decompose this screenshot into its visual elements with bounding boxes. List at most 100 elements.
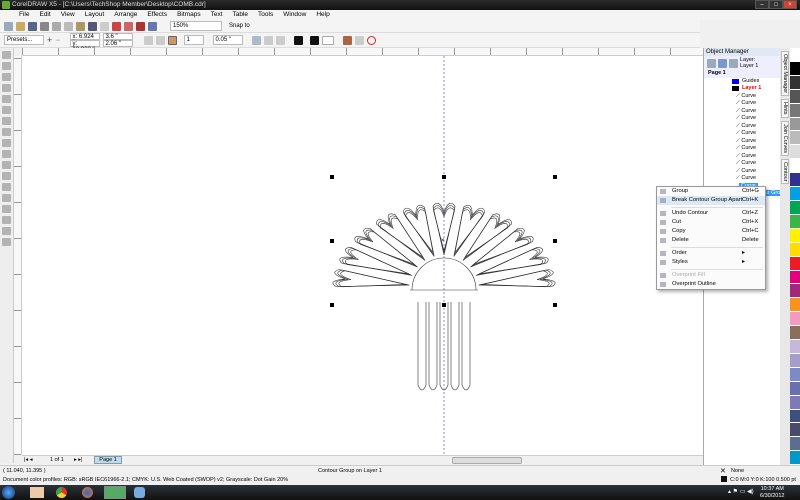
- tree-curve[interactable]: ⟋ Curve: [704, 153, 780, 161]
- y-position-field[interactable]: y: 10.922 ": [69, 40, 100, 53]
- tree-curve[interactable]: ⟋ Curve: [704, 168, 780, 176]
- menu-arrange[interactable]: Arrange: [109, 10, 142, 20]
- outline-color-swatch[interactable]: [293, 35, 303, 45]
- contour-steps-field[interactable]: 1: [183, 35, 204, 45]
- paste-icon[interactable]: [76, 21, 85, 31]
- palette-swatch[interactable]: [790, 159, 800, 174]
- palette-swatch[interactable]: [790, 298, 800, 313]
- crop-tool-icon[interactable]: [2, 73, 11, 81]
- add-preset-icon[interactable]: +: [47, 35, 52, 45]
- menu-text[interactable]: Text: [206, 10, 228, 20]
- redo-icon[interactable]: [100, 21, 109, 31]
- palette-swatch[interactable]: [790, 214, 800, 229]
- tree-curve[interactable]: ⟋ Curve: [704, 93, 780, 101]
- horizontal-ruler[interactable]: [22, 48, 703, 56]
- page-nav-next[interactable]: ▸ ▸|: [74, 457, 82, 463]
- palette-swatch[interactable]: [790, 381, 800, 396]
- presets-select[interactable]: Presets...: [4, 35, 44, 45]
- palette-swatch[interactable]: [790, 103, 800, 118]
- palette-swatch[interactable]: [790, 367, 800, 382]
- context-menu-item-order[interactable]: Order ▸: [657, 249, 765, 258]
- tree-curve[interactable]: ⟋ Curve: [704, 138, 780, 146]
- palette-swatch[interactable]: [790, 437, 800, 452]
- context-menu-item-cut[interactable]: Cut Ctrl+X: [657, 218, 765, 227]
- remove-preset-icon[interactable]: −: [55, 35, 60, 45]
- context-menu-item-copy[interactable]: Copy Ctrl+C: [657, 227, 765, 236]
- palette-swatch[interactable]: [790, 312, 800, 327]
- palette-swatch[interactable]: [790, 326, 800, 341]
- clear-contour-icon[interactable]: [366, 35, 376, 45]
- open-icon[interactable]: [16, 21, 25, 31]
- docker-tab-hints[interactable]: Hints: [781, 99, 789, 118]
- layer-manager-view-icon[interactable]: [729, 58, 738, 68]
- rectangle-tool-icon[interactable]: [2, 117, 11, 125]
- outside-icon[interactable]: [167, 35, 177, 45]
- eyedropper-tool-icon[interactable]: [2, 205, 11, 213]
- x-position-field[interactable]: x: 6.924 ": [69, 33, 100, 46]
- height-field[interactable]: 2.06 ": [102, 40, 133, 47]
- menu-help[interactable]: Help: [311, 10, 334, 20]
- docker-tab-contour[interactable]: Contour: [781, 158, 789, 185]
- menu-window[interactable]: Window: [278, 10, 311, 20]
- comb-drawing[interactable]: ×: [22, 56, 703, 455]
- color-profiles[interactable]: Document color profiles: RGB: sRGB IEC61…: [3, 477, 288, 483]
- explorer-taskbar-icon[interactable]: [30, 487, 44, 498]
- counterclockwise-contour-icon[interactable]: [275, 35, 285, 45]
- context-menu-item-styles[interactable]: Styles ▸: [657, 258, 765, 267]
- context-menu-item-delete[interactable]: Delete Delete: [657, 236, 765, 245]
- scrollbar-thumb[interactable]: [452, 457, 522, 464]
- tree-curve[interactable]: ⟋ Curve: [704, 160, 780, 168]
- coreldraw-taskbar-icon[interactable]: [104, 486, 126, 499]
- palette-swatch[interactable]: [790, 173, 800, 188]
- page-nav-arrows[interactable]: |◂ ◂: [24, 457, 32, 463]
- context-menu-item-overprint-outline[interactable]: Overprint Outline: [657, 280, 765, 289]
- palette-swatch[interactable]: [790, 228, 800, 243]
- docker-tab-object-manager[interactable]: Object Manager: [781, 51, 789, 97]
- menu-table[interactable]: Table: [228, 10, 254, 20]
- menu-edit[interactable]: Edit: [34, 10, 55, 20]
- clockwise-contour-icon[interactable]: [263, 35, 273, 45]
- import-icon[interactable]: [112, 21, 121, 31]
- clock[interactable]: 10:37 AM 6/30/2012: [760, 486, 784, 499]
- to-center-icon[interactable]: [143, 35, 153, 45]
- freehand-tool-icon[interactable]: [2, 95, 11, 103]
- cut-icon[interactable]: [52, 21, 61, 31]
- palette-swatch[interactable]: [790, 242, 800, 257]
- table-tool-icon[interactable]: [2, 161, 11, 169]
- docker-tab-join-curves[interactable]: Join Curves: [781, 120, 789, 156]
- smart-fill-tool-icon[interactable]: [2, 106, 11, 114]
- linear-contour-icon[interactable]: [251, 35, 261, 45]
- menu-tools[interactable]: Tools: [253, 10, 278, 20]
- fill-color-swatch[interactable]: [309, 35, 319, 45]
- paint-taskbar-icon[interactable]: [134, 487, 145, 498]
- application-launcher-icon[interactable]: [136, 21, 145, 31]
- polygon-tool-icon[interactable]: [2, 139, 11, 147]
- ellipse-tool-icon[interactable]: [2, 128, 11, 136]
- tree-layer-1[interactable]: Layer 1: [704, 85, 780, 93]
- palette-swatch[interactable]: [790, 340, 800, 354]
- chrome-taskbar-icon[interactable]: [56, 487, 67, 498]
- start-button[interactable]: [2, 486, 15, 499]
- palette-swatch[interactable]: [790, 256, 800, 271]
- copy-icon[interactable]: [64, 21, 73, 31]
- zoom-level-select[interactable]: 150%: [170, 21, 222, 31]
- context-menu-item-undo-contour[interactable]: Undo Contour Ctrl+Z: [657, 209, 765, 218]
- context-menu-item-break-contour-group-apart[interactable]: Break Contour Group Apart Ctrl+K: [657, 196, 765, 205]
- palette-swatch[interactable]: [790, 48, 800, 62]
- copy-contour-icon[interactable]: [354, 35, 364, 45]
- tree-curve[interactable]: ⟋ Curve: [704, 108, 780, 116]
- fill-tool-icon[interactable]: [2, 227, 11, 235]
- blend-tool-icon[interactable]: [2, 194, 11, 202]
- palette-swatch[interactable]: [790, 423, 800, 438]
- menu-view[interactable]: View: [56, 10, 80, 20]
- palette-swatch[interactable]: [790, 117, 800, 132]
- text-tool-icon[interactable]: [2, 150, 11, 158]
- palette-swatch[interactable]: [790, 395, 800, 410]
- connector-tool-icon[interactable]: [2, 183, 11, 191]
- width-field[interactable]: 3.6 ": [102, 33, 133, 40]
- zoom-tool-icon[interactable]: [2, 84, 11, 92]
- print-icon[interactable]: [40, 21, 49, 31]
- contour-offset-field[interactable]: 0.05 ": [212, 35, 243, 45]
- palette-swatch[interactable]: [790, 89, 800, 104]
- palette-swatch[interactable]: [790, 451, 800, 466]
